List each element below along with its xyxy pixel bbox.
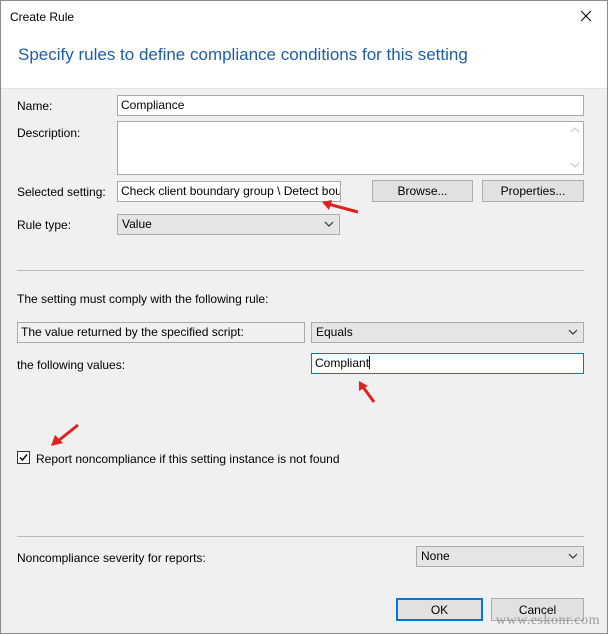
browse-button[interactable]: Browse... bbox=[372, 180, 473, 202]
page-heading: Specify rules to define compliance condi… bbox=[18, 45, 468, 64]
rule-source-field: The value returned by the specified scri… bbox=[17, 322, 305, 343]
separator bbox=[17, 270, 584, 271]
severity-label: Noncompliance severity for reports: bbox=[17, 551, 206, 565]
title-bar: Create Rule bbox=[1, 1, 607, 32]
operator-value: Equals bbox=[316, 325, 353, 339]
report-noncompliance-label: Report noncompliance if this setting ins… bbox=[36, 452, 340, 466]
chevron-down-icon bbox=[324, 221, 334, 227]
values-text: Compliant bbox=[315, 356, 370, 370]
header-area: Specify rules to define compliance condi… bbox=[1, 32, 607, 89]
annotation-arrow-icon bbox=[322, 200, 359, 214]
create-rule-dialog: Create Rule Specify rules to define comp… bbox=[0, 0, 608, 634]
severity-value: None bbox=[421, 549, 450, 563]
checkmark-icon bbox=[19, 454, 28, 462]
scroll-down-icon bbox=[570, 162, 580, 168]
text-caret bbox=[369, 356, 371, 369]
close-button[interactable] bbox=[573, 5, 599, 27]
watermark: www.eskonr.com bbox=[495, 613, 600, 628]
report-noncompliance-checkbox[interactable] bbox=[17, 451, 30, 464]
description-field[interactable] bbox=[117, 121, 584, 175]
values-field[interactable]: Compliant bbox=[311, 353, 584, 374]
scroll-up-icon bbox=[570, 127, 580, 133]
annotation-arrow-icon bbox=[51, 423, 79, 446]
chevron-down-icon bbox=[568, 553, 578, 559]
separator bbox=[17, 536, 584, 537]
ok-button[interactable]: OK bbox=[396, 598, 483, 621]
chevron-down-icon bbox=[568, 329, 578, 335]
window-title: Create Rule bbox=[10, 10, 75, 24]
values-label: the following values: bbox=[17, 358, 126, 372]
operator-dropdown[interactable]: Equals bbox=[311, 322, 584, 343]
rule-type-value: Value bbox=[122, 217, 152, 231]
rule-type-label: Rule type: bbox=[17, 218, 72, 232]
properties-button[interactable]: Properties... bbox=[482, 180, 584, 202]
annotation-arrow-icon bbox=[359, 381, 376, 403]
description-scrollbar[interactable] bbox=[567, 122, 583, 174]
description-label: Description: bbox=[17, 126, 81, 140]
name-label: Name: bbox=[17, 99, 53, 113]
selected-setting-field: Check client boundary group \ Detect bou… bbox=[117, 181, 341, 202]
rule-type-dropdown[interactable]: Value bbox=[117, 214, 340, 235]
selected-setting-label: Selected setting: bbox=[17, 185, 106, 199]
severity-dropdown[interactable]: None bbox=[416, 546, 584, 567]
close-icon bbox=[580, 10, 592, 22]
name-field[interactable]: Compliance bbox=[117, 95, 584, 116]
rule-instruction: The setting must comply with the followi… bbox=[17, 292, 269, 306]
